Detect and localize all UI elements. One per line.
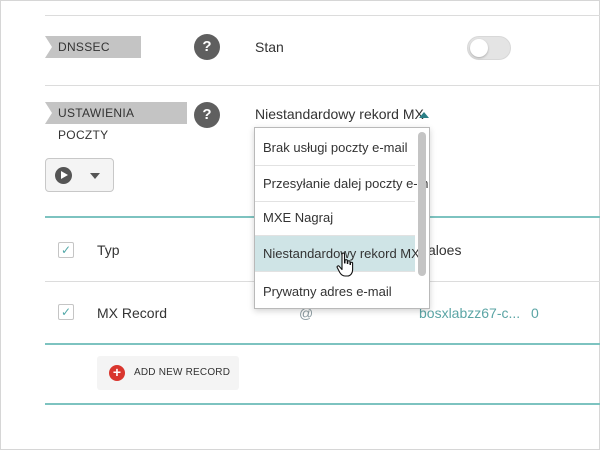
select-all-checkbox[interactable]: ✓ [58, 242, 74, 258]
divider [45, 85, 600, 86]
dnssec-toggle[interactable] [467, 36, 511, 60]
record-value[interactable]: bosxlabzz67-c... [419, 305, 520, 321]
column-header-type: Typ [97, 242, 120, 258]
state-label: Stan [255, 39, 284, 55]
divider [45, 15, 600, 16]
table-bottom-rule [45, 403, 600, 405]
dropdown-option[interactable]: Przesyłanie dalej poczty e-mail [255, 166, 429, 202]
dropdown-option-hovered[interactable]: Niestandardowy rekord MX [255, 236, 420, 272]
table-row-rule [45, 343, 600, 345]
dnssec-tag: DNSSEC [45, 36, 141, 58]
dropdown-option[interactable]: Brak usługi poczty e-mail [255, 130, 415, 166]
record-type: MX Record [97, 305, 168, 321]
mail-settings-tag: USTAWIENIA POCZTY [45, 102, 187, 142]
help-icon[interactable]: ? [194, 102, 220, 128]
mail-type-dropdown[interactable]: Brak usługi poczty e-mail Przesyłanie da… [254, 127, 430, 309]
caret-down-icon [90, 173, 100, 179]
caret-up-icon[interactable] [419, 112, 429, 118]
column-header-value: aloes [428, 242, 462, 258]
mail-type-select[interactable]: Niestandardowy rekord MX [255, 106, 424, 122]
row-checkbox[interactable]: ✓ [58, 304, 74, 320]
help-icon[interactable]: ? [194, 34, 220, 60]
add-new-record-button[interactable]: + ADD NEW RECORD [97, 356, 239, 390]
plus-icon: + [109, 365, 125, 381]
dropdown-scrollbar[interactable] [417, 130, 427, 306]
record-priority[interactable]: 0 [531, 305, 539, 321]
dropdown-option[interactable]: MXE Nagraj [255, 200, 415, 236]
add-record-label: ADD NEW RECORD [134, 367, 231, 378]
hand-pointer-icon [336, 252, 354, 277]
action-menu-button[interactable] [45, 158, 114, 192]
dropdown-option[interactable]: Prywatny adres e-mail [255, 274, 415, 308]
scrollbar-thumb[interactable] [418, 132, 426, 276]
play-circle-icon [55, 167, 72, 184]
toggle-knob [470, 39, 488, 57]
